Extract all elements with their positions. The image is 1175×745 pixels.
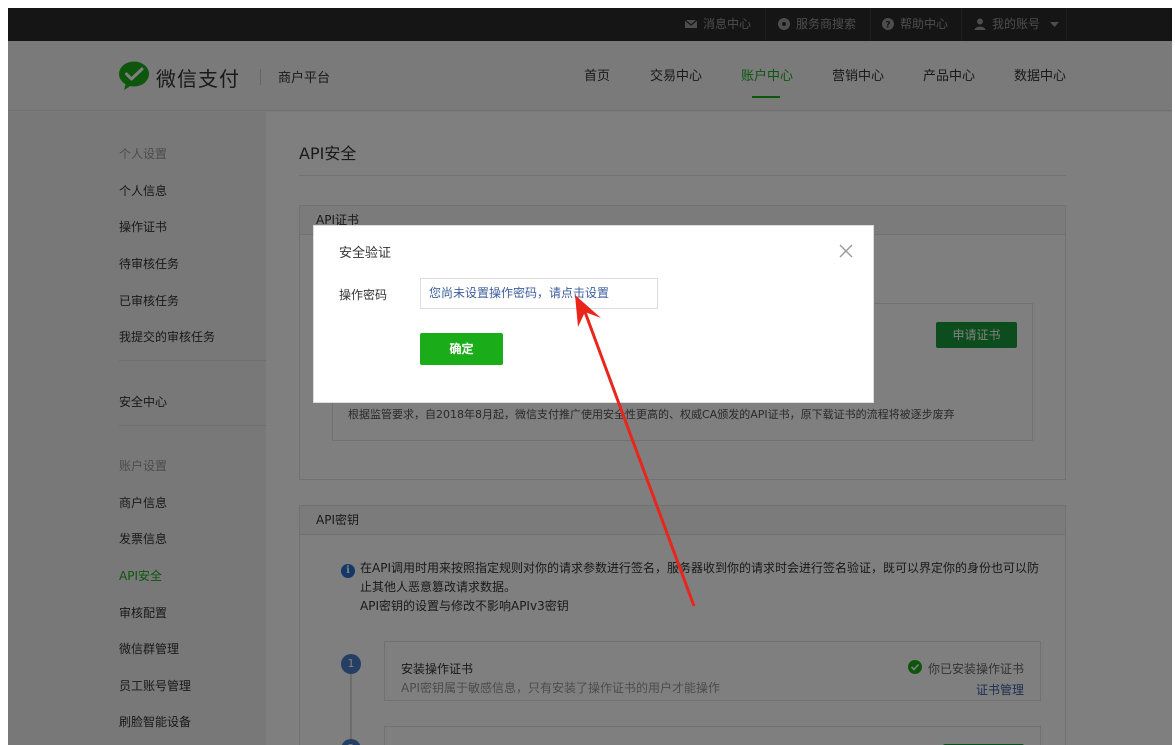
password-field-hint: 您尚未设置操作密码， <box>429 286 550 300</box>
confirm-button[interactable]: 确定 <box>420 333 503 365</box>
set-password-link[interactable]: 请点击设置 <box>549 286 609 300</box>
security-verify-modal: 安全验证 操作密码 您尚未设置操作密码，请点击设置 确定 <box>313 225 874 403</box>
password-label: 操作密码 <box>339 288 388 302</box>
password-field[interactable]: 您尚未设置操作密码，请点击设置 <box>420 278 658 309</box>
app-frame: 消息中心 服务商搜索 ?帮助中心 我的账号 微信支付 商户平台 首页 交易中心 … <box>8 8 1172 745</box>
modal-title: 安全验证 <box>339 246 392 261</box>
close-icon[interactable] <box>839 244 853 258</box>
